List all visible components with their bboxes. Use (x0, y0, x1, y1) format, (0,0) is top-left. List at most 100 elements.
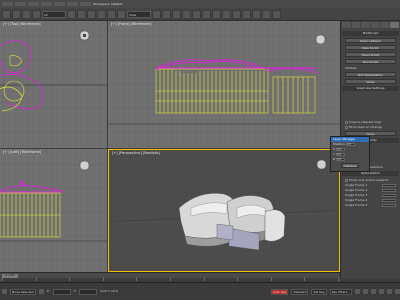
undo-icon[interactable] (2, 9, 11, 19)
zoom-icon[interactable] (371, 289, 376, 294)
utilities-tab-icon[interactable] (390, 22, 400, 28)
link-icon[interactable] (22, 9, 31, 19)
set-key-button[interactable]: Set Key (311, 288, 327, 295)
viewport-front[interactable]: [+] [Front] [Wireframe] (108, 21, 340, 148)
snap-icon[interactable] (162, 9, 171, 19)
viewport-top[interactable]: [+] [Top] [Wireframe] (0, 21, 107, 148)
viewport-top-canvas (0, 21, 107, 148)
move-icon[interactable] (97, 9, 106, 19)
lock-icon[interactable] (38, 289, 44, 294)
utility-dropdown[interactable]: Dot Visualization (345, 72, 396, 77)
render-setup-icon[interactable] (252, 9, 261, 19)
y-coordinate-field[interactable] (79, 288, 98, 295)
pivot-icon[interactable] (152, 9, 161, 19)
maxscript-icon[interactable] (2, 289, 7, 294)
menu-bar: Workspace: Default (0, 0, 400, 8)
menu-item[interactable] (28, 2, 39, 6)
value-field[interactable]: 0.0 (336, 158, 346, 161)
pan-icon[interactable] (379, 289, 384, 294)
open-script-button[interactable]: Open Script (345, 52, 396, 57)
checkbox[interactable] (345, 178, 348, 182)
spinner-row[interactable]: Single Frame 5 (345, 203, 396, 207)
percent-snap-icon[interactable] (182, 9, 191, 19)
maxscript-header[interactable]: MAXScript (342, 31, 399, 36)
open-listener-button[interactable]: Open Listener (345, 38, 396, 43)
scale-icon[interactable] (117, 9, 126, 19)
spinner-field[interactable] (382, 188, 396, 192)
x-coordinate-field[interactable] (52, 288, 71, 295)
create-tab-icon[interactable] (342, 22, 351, 28)
viewport-label[interactable]: [+] [Front] [Wireframe] (111, 22, 151, 27)
utility-title[interactable]: ViewCube Settings (342, 86, 399, 91)
orbit-icon[interactable] (387, 289, 392, 294)
select-object-icon[interactable] (67, 9, 76, 19)
menu-item[interactable] (15, 2, 26, 6)
app-menu-button[interactable] (2, 2, 13, 6)
spinner-row[interactable]: Single Frame 3 (345, 193, 396, 197)
mirror-icon[interactable] (192, 9, 201, 19)
auto-key-button[interactable]: Auto Key (271, 288, 289, 295)
key-filters-button[interactable]: Key Filters... (329, 288, 352, 295)
spinner-field[interactable] (382, 193, 396, 197)
modify-tab-icon[interactable] (351, 22, 361, 28)
hierarchy-tab-icon[interactable] (361, 22, 371, 28)
layer-icon[interactable] (212, 9, 221, 19)
selection-filter-dropdown[interactable]: All (42, 10, 66, 18)
selected-dropdown[interactable]: Selected (291, 288, 309, 295)
value-field[interactable]: 0.0 (335, 153, 345, 156)
render-frame-icon[interactable] (262, 9, 271, 19)
rect-selection-icon[interactable] (87, 9, 96, 19)
value-field[interactable]: 0.0 (345, 143, 355, 146)
viewport-label[interactable]: [+] [Perspective] [Realistic] (112, 151, 160, 156)
timeline-tick (136, 278, 138, 281)
viewport-label[interactable]: [+] [Left] [Wireframe] (3, 150, 41, 155)
value-field[interactable]: 0.0 (336, 148, 346, 151)
close-utility-button[interactable]: Close (345, 79, 396, 84)
rotate-icon[interactable] (107, 9, 116, 19)
reference-coord-dropdown[interactable]: View (127, 10, 151, 18)
spinner-row[interactable]: Single Frame 4 (345, 198, 396, 202)
menu-item[interactable] (80, 2, 91, 6)
checkbox[interactable] (345, 125, 348, 129)
workspace-label[interactable]: Workspace: Default (93, 2, 122, 7)
check-row[interactable]: Fit-to-View on Change (345, 125, 396, 129)
viewport-label[interactable]: [+] [Top] [Wireframe] (3, 22, 41, 27)
check-row[interactable]: Show only active viewport (345, 178, 396, 182)
maximize-viewport-icon[interactable] (395, 289, 400, 294)
viewport-perspective[interactable]: [+] [Perspective] [Realistic] (108, 149, 340, 272)
spinner-field[interactable] (382, 203, 396, 207)
grid-size: Grid = 10.0 (100, 289, 118, 293)
viewport-left-canvas (0, 149, 107, 272)
check-row[interactable]: Snap to Nearest View (345, 120, 396, 124)
motion-tab-icon[interactable] (371, 22, 380, 28)
new-script-button[interactable]: New Script (345, 45, 396, 50)
play-icon[interactable] (355, 289, 360, 294)
spinner-field[interactable] (382, 198, 396, 202)
next-frame-icon[interactable] (363, 289, 368, 294)
unlink-icon[interactable] (32, 9, 41, 19)
curve-editor-icon[interactable] (222, 9, 231, 19)
viewport-left[interactable]: [+] [Left] [Wireframe] (0, 149, 107, 272)
checkbox[interactable] (345, 120, 348, 124)
select-by-name-icon[interactable] (77, 9, 86, 19)
floating-dialog[interactable]: Layer Manager Position 0.0 X 0.0 Y 0.0 Z 0.0… (330, 136, 370, 172)
menu-item[interactable] (67, 2, 78, 6)
display-tab-icon[interactable] (380, 22, 390, 28)
align-icon[interactable] (202, 9, 211, 19)
angle-snap-icon[interactable] (172, 9, 181, 19)
spinner-row[interactable]: Single Frame 1 (345, 183, 396, 187)
run-script-button[interactable]: Run Script (345, 59, 396, 64)
menu-item[interactable] (41, 2, 52, 6)
spinner-label: Single Frame 4 (345, 198, 368, 202)
y-coordinate-label: Y: (73, 289, 77, 293)
spinner-field[interactable] (382, 183, 396, 187)
schematic-icon[interactable] (232, 9, 241, 19)
menu-item[interactable] (54, 2, 65, 6)
material-editor-icon[interactable] (242, 9, 251, 19)
render-icon[interactable] (272, 9, 281, 19)
collapse-button[interactable]: Collapse (341, 163, 359, 168)
time-slider[interactable]: 0 / 100 (0, 272, 340, 282)
redo-icon[interactable] (12, 9, 21, 19)
spinner-row[interactable]: Single Frame 2 (345, 188, 396, 192)
